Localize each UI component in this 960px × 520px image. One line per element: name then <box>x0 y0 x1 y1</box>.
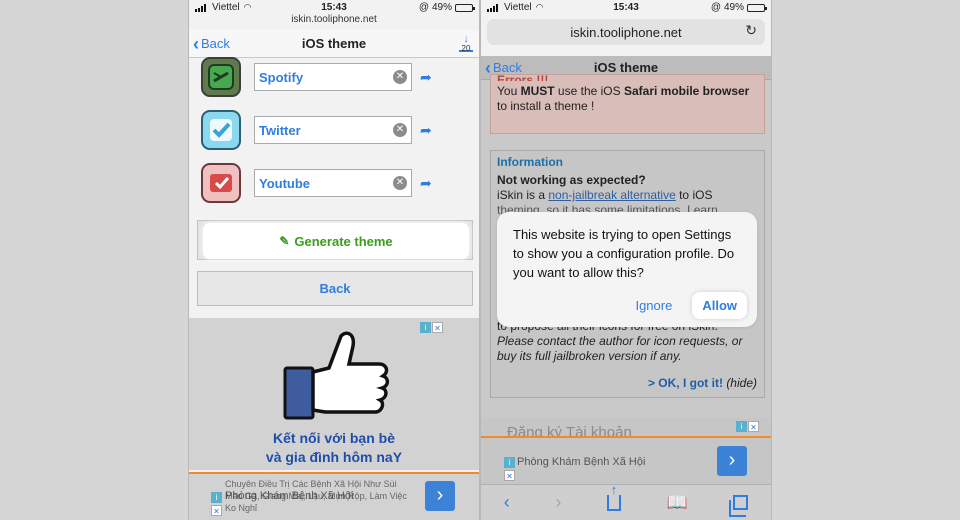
bottom-ad[interactable]: Chuyên Điều Trị Các Bệnh Xã Hội Như Sùi … <box>189 472 479 520</box>
ad-bottom-text: Phòng Khám Bệnh Xã Hội <box>517 456 646 468</box>
clear-icon[interactable]: ✕ <box>393 123 407 137</box>
battery-icon <box>455 3 475 12</box>
bottom-ad-overlay: Phòng Khám Bệnh Xã Hội <box>225 490 354 502</box>
clear-icon[interactable]: ✕ <box>393 176 407 190</box>
share-arrow-icon[interactable]: ➦ <box>420 69 432 86</box>
ad-close-icon[interactable]: ✕ <box>432 322 443 333</box>
address-bar[interactable]: iskin.tooliphone.net ↻ <box>487 19 765 45</box>
carrier-label: Viettel <box>212 2 240 13</box>
error-panel: Errors !!! You MUST use the iOS Safari m… <box>490 73 765 134</box>
ad-info-icon[interactable]: i <box>504 457 515 468</box>
signal-icon <box>195 3 209 12</box>
ignore-button[interactable]: Ignore <box>625 292 682 319</box>
ad-headline-1: Kết nối với bạn bè <box>273 430 395 446</box>
battery-percent: 49% <box>723 2 744 13</box>
chevron-right-icon[interactable]: › <box>425 481 455 511</box>
url-text: iskin.tooliphone.net <box>570 24 682 40</box>
generate-theme-button[interactable]: ✎ Generate theme <box>203 223 469 259</box>
download-icon[interactable]: ↓ 20 <box>459 35 473 53</box>
app-name-text: Twitter <box>259 122 301 138</box>
non-jailbreak-link[interactable]: non-jailbreak alternative <box>548 188 675 202</box>
error-text: You MUST use the iOS Safari mobile brows… <box>497 84 750 113</box>
ad-info-icon[interactable]: i <box>736 421 747 432</box>
ad-close-icon[interactable]: ✕ <box>504 470 515 481</box>
right-phone-screen: Viettel ◠ 15:43 @ 49% iskin.tooliphone.n… <box>480 0 772 520</box>
reload-icon[interactable]: ↻ <box>745 22 757 39</box>
list-item: Spotify ✕ ➦ <box>201 52 471 102</box>
back-arrow-icon[interactable]: ‹ <box>504 492 510 513</box>
generate-label: Generate theme <box>294 233 393 249</box>
chevron-right-icon[interactable]: › <box>717 446 747 476</box>
error-title: Errors !!! <box>497 73 549 81</box>
info-heading: Not working as expected? <box>497 173 646 187</box>
ad-info-icon[interactable]: i <box>211 492 222 503</box>
left-phone-screen: Viettel ◠ 15:43 @ 49% iskin.tooliphone.n… <box>188 0 480 520</box>
info-line-1: iSkin is a non-jailbreak alternative to … <box>497 188 713 202</box>
spotify-icon[interactable] <box>201 57 241 97</box>
battery-percent: 49% <box>431 2 452 13</box>
app-name-field[interactable]: Spotify ✕ <box>254 63 412 91</box>
ad-close-icon[interactable]: ✕ <box>748 421 759 432</box>
hide-link[interactable]: (hide) <box>726 376 757 390</box>
nav-back-button[interactable]: ‹ Back <box>189 35 230 53</box>
ad-close-icon[interactable]: ✕ <box>211 505 222 516</box>
twitter-icon[interactable] <box>201 110 241 150</box>
list-item: Twitter ✕ ➦ <box>201 105 471 155</box>
list-item: Youtube ✕ ➦ <box>201 158 471 208</box>
info-title: Information <box>497 155 563 169</box>
nav-back-label: Back <box>201 36 230 51</box>
rotation-lock-icon: @ <box>710 2 721 13</box>
wifi-icon: ◠ <box>243 2 252 12</box>
ad-divider <box>481 436 771 438</box>
ad-headline-2: và gia đình hôm naY <box>265 449 403 465</box>
app-name-field[interactable]: Youtube ✕ <box>254 169 412 197</box>
wifi-icon: ◠ <box>535 2 544 12</box>
app-name-field[interactable]: Twitter ✕ <box>254 116 412 144</box>
dialog-message: This website is trying to open Settings … <box>513 227 735 280</box>
clear-icon[interactable]: ✕ <box>393 70 407 84</box>
ad-banner[interactable]: Kết nối với bạn bè và gia đình hôm naY <box>189 318 479 470</box>
ad-banner[interactable]: Đăng ký Tài khoản i ✕ Phòng Khám Bệnh Xã… <box>481 418 771 484</box>
safari-toolbar: ‹ › 📖 <box>481 484 771 520</box>
bookmarks-icon[interactable]: 📖 <box>666 493 687 513</box>
ok-got-it-link[interactable]: > OK, I got it! <box>648 376 723 390</box>
info-line-4: Please contact the author for icon reque… <box>497 334 743 348</box>
ad-divider <box>189 472 479 474</box>
signal-icon <box>487 3 501 12</box>
ad-choices[interactable]: i ✕ <box>420 322 443 333</box>
chevron-left-icon: ‹ <box>193 33 199 54</box>
allow-button[interactable]: Allow <box>692 292 747 319</box>
app-name-text: Youtube <box>259 175 311 191</box>
carrier-label: Viettel <box>504 2 532 13</box>
ad-headline: Đăng ký Tài khoản <box>507 424 632 436</box>
youtube-icon[interactable] <box>201 163 241 203</box>
share-arrow-icon[interactable]: ➦ <box>420 175 432 192</box>
back-button[interactable]: Back <box>197 271 473 306</box>
ad-info-icon[interactable]: i <box>420 322 431 333</box>
url-label[interactable]: iskin.tooliphone.net <box>189 14 479 25</box>
magic-wand-icon: ✎ <box>279 234 290 248</box>
info-line-5: buy its full jailbroken version if any. <box>497 349 682 363</box>
status-bar: Viettel ◠ 15:43 @ 49% <box>481 0 771 15</box>
app-name-text: Spotify <box>259 69 304 85</box>
page-title: iOS theme <box>301 36 367 51</box>
share-icon[interactable] <box>606 484 621 511</box>
rotation-lock-icon: @ <box>418 2 429 13</box>
share-arrow-icon[interactable]: ➦ <box>420 122 432 139</box>
thumbs-up-icon <box>283 331 390 420</box>
battery-icon <box>747 3 767 12</box>
tabs-icon[interactable] <box>729 495 749 517</box>
ok-row: > OK, I got it! (hide) <box>648 376 757 390</box>
allow-dialog: This website is trying to open Settings … <box>497 212 757 327</box>
forward-arrow-icon[interactable]: › <box>555 492 561 513</box>
status-bar: Viettel ◠ 15:43 @ 49% <box>189 0 479 15</box>
